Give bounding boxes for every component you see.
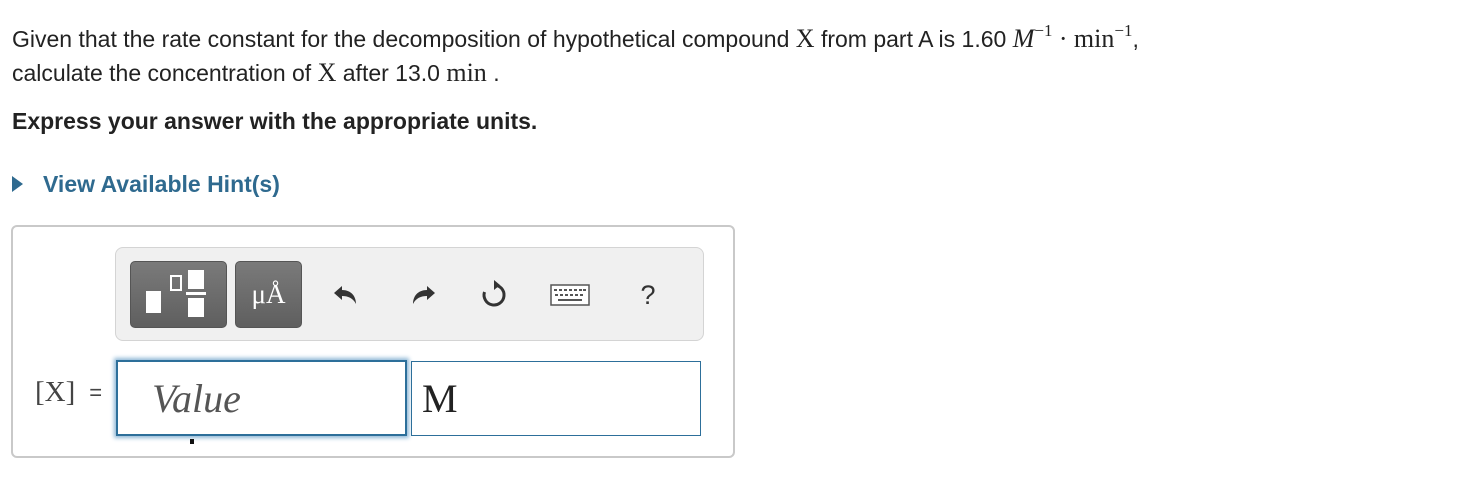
templates-button[interactable] <box>130 261 227 328</box>
expand-triangle-icon <box>12 176 23 192</box>
variable-symbol: [X] <box>35 376 76 408</box>
min-exponent: −1 <box>1114 21 1133 40</box>
redo-icon <box>413 286 435 304</box>
view-hints-label: View Available Hint(s) <box>43 170 280 197</box>
help-icon: ? <box>640 279 656 310</box>
question-line1-pre: Given that the rate constant for the dec… <box>12 26 790 52</box>
molarity-exponent: −1 <box>1034 21 1053 40</box>
keyboard-icon <box>550 284 590 306</box>
question-line1-end: , <box>1132 26 1139 52</box>
answer-variable-label: [X] = <box>35 376 102 409</box>
equals-sign: = <box>89 379 103 405</box>
question-line2-end: . <box>493 60 500 86</box>
help-button[interactable]: ? <box>628 273 668 317</box>
rate-unit-min: min−1 <box>1073 21 1133 53</box>
compound-symbol: X <box>795 24 815 53</box>
rate-unit-molarity: M−1 <box>1012 21 1053 53</box>
view-hints-toggle[interactable]: View Available Hint(s) <box>12 168 280 200</box>
reset-button[interactable] <box>474 273 514 317</box>
answer-instruction: Express your answer with the appropriate… <box>12 108 538 134</box>
undo-icon <box>334 286 356 304</box>
time-unit: min <box>446 58 487 87</box>
unit-value: M <box>422 376 458 421</box>
unit-dot: · <box>1058 24 1068 53</box>
unit-input-box[interactable]: M <box>411 361 701 436</box>
units-icon: μÅ <box>251 279 286 309</box>
math-toolbar: μÅ ? <box>115 247 704 341</box>
undo-button[interactable] <box>326 273 366 317</box>
reset-icon <box>482 280 506 307</box>
question-line1-mid: from part A is 1.60 <box>820 26 1007 52</box>
keyboard-button[interactable] <box>547 273 593 317</box>
templates-icon <box>146 270 206 317</box>
value-input[interactable] <box>118 362 405 434</box>
units-button[interactable]: μÅ <box>235 261 302 328</box>
cursor-marker <box>190 439 194 444</box>
question-text: Given that the rate constant for the dec… <box>12 22 1452 90</box>
value-input-box[interactable] <box>116 360 407 444</box>
compound-symbol-2: X <box>317 58 337 87</box>
question-line2-pre: calculate the concentration of <box>12 60 312 86</box>
redo-button[interactable] <box>403 273 443 317</box>
question-line2-mid: after 13.0 <box>342 60 440 86</box>
